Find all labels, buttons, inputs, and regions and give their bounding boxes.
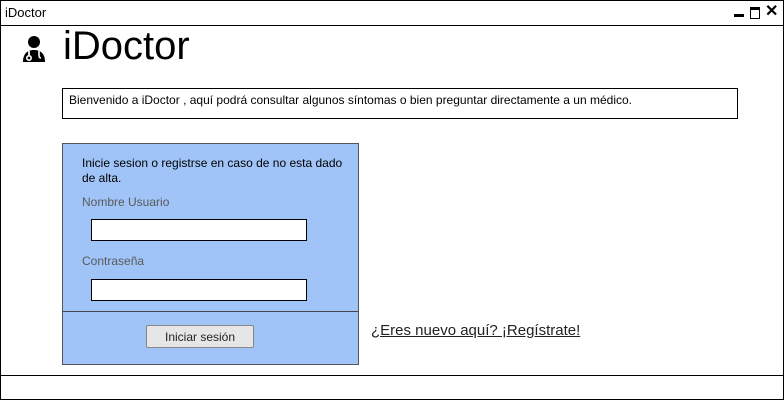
- welcome-box: Bienvenido a iDoctor , aquí podrá consul…: [62, 88, 738, 119]
- window-title: iDoctor: [5, 5, 47, 20]
- username-label: Nombre Usuario: [82, 195, 170, 209]
- app-window: iDoctor ✕ iDoctor Bienvenido a iDoctor ,…: [0, 0, 784, 400]
- login-intro-text: Inicie sesion o registrse en caso de no …: [82, 156, 343, 185]
- doctor-icon: [23, 36, 45, 62]
- panel-divider: [63, 311, 358, 312]
- status-bar-divider: [1, 375, 783, 376]
- maximize-icon[interactable]: [749, 4, 761, 20]
- window-controls: ✕: [733, 4, 778, 20]
- close-icon[interactable]: ✕: [765, 4, 778, 20]
- password-label: Contraseña: [82, 254, 145, 268]
- register-link[interactable]: ¿Eres nuevo aquí? ¡Regístrate!: [371, 322, 580, 339]
- login-panel: Inicie sesion o registrse en caso de no …: [62, 143, 359, 365]
- minimize-icon[interactable]: [733, 4, 745, 20]
- welcome-text: Bienvenido a iDoctor , aquí podrá consul…: [69, 93, 633, 107]
- password-input[interactable]: [91, 279, 307, 301]
- app-title: iDoctor: [63, 24, 190, 68]
- login-button[interactable]: Iniciar sesión: [146, 325, 254, 348]
- username-input[interactable]: [91, 219, 307, 241]
